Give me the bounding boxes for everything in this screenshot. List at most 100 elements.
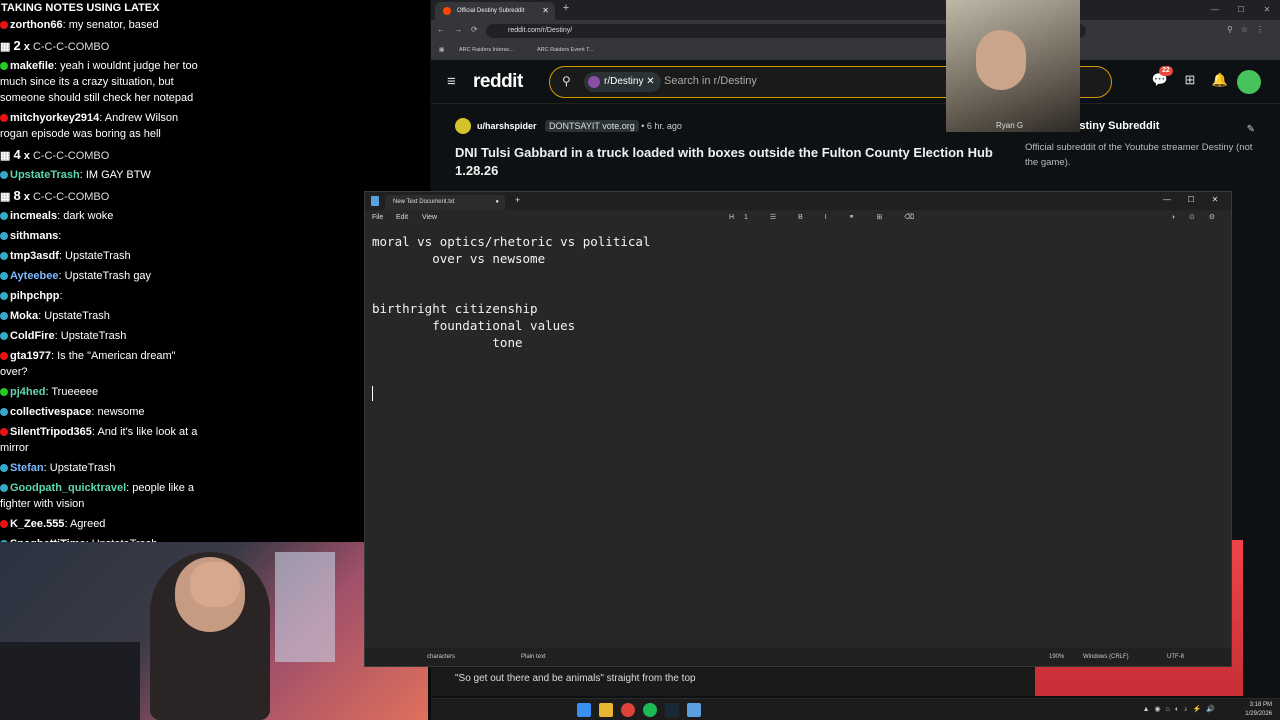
menu-edit[interactable]: Edit [396, 214, 408, 221]
combo-count: 2 [13, 38, 21, 53]
system-tray-icons[interactable]: ▲◉⌂◐♪⚡🔊 [1143, 705, 1220, 713]
menu-icon[interactable]: ≡ [447, 73, 456, 90]
chat-username[interactable]: SilentTripod365 [10, 426, 92, 438]
chat-username[interactable]: ColdFire [10, 330, 55, 342]
status-eol: Windows (CRLF) [1083, 654, 1129, 660]
user-badge-icon [0, 252, 8, 261]
chat-username[interactable]: gta1977 [10, 350, 51, 362]
notifications-icon[interactable]: 🔔 [1205, 72, 1235, 88]
user-avatar[interactable] [1237, 70, 1261, 94]
header-icons: 💬 22 ⊞ 🔔 [1145, 66, 1235, 88]
bookmark-1[interactable]: ARC Raiders Interac... [459, 47, 514, 53]
combo-text: C-C-C-COMBO [32, 41, 110, 53]
guest-label: Ryan G [996, 121, 1024, 130]
chat-username[interactable]: Stefan [10, 462, 44, 474]
chat-username[interactable]: K_Zee.555 [10, 518, 64, 530]
chat-username[interactable]: Moka [10, 310, 38, 322]
notepad-taskbar-icon[interactable] [687, 703, 701, 717]
chat-username[interactable]: tmp3asdf [10, 250, 59, 262]
post-user[interactable]: u/harshspider [477, 121, 537, 131]
notepad-statusbar: characters Plain text 190% Windows (CRLF… [365, 648, 1231, 666]
chat-username[interactable]: Goodpath_quicktravel [10, 482, 126, 494]
notepad-window: New Text Document.txt ● + — ☐ ✕ File Edit V… [364, 191, 1232, 667]
chat-text: IM GAY BTW [85, 169, 151, 181]
user-badge-icon [0, 464, 8, 473]
chat-separator: : [58, 230, 62, 242]
chat-message: gta1977: Is the "American dream" over? [0, 347, 212, 381]
minimize-icon[interactable]: — [1202, 0, 1228, 20]
chat-icon[interactable]: 💬 22 [1145, 66, 1175, 88]
close-icon[interactable]: ✕ [1203, 192, 1227, 208]
chat-message: Ayteebee: UpstateTrash gay [0, 267, 212, 285]
chat-username[interactable]: pj4hed [10, 386, 45, 398]
user-badge-icon [0, 332, 8, 341]
chat-message: SpaghettiTime: UpstateTrash [0, 535, 212, 542]
chat-text: newsome [97, 406, 145, 418]
combo-icon: ▦ [0, 41, 14, 53]
chat-username[interactable]: zorthon66 [10, 19, 63, 31]
close-icon[interactable]: ✕ [1254, 0, 1280, 20]
maximize-icon[interactable]: ☐ [1179, 192, 1203, 208]
subreddit-chip[interactable]: r/Destiny ✕ [584, 72, 661, 92]
chat-username[interactable]: makefile [10, 60, 54, 72]
file-explorer-icon[interactable] [599, 703, 613, 717]
new-tab-button[interactable]: + [515, 195, 520, 205]
chat-username[interactable]: incmeals [10, 210, 57, 222]
maximize-icon[interactable]: ☐ [1228, 0, 1254, 20]
chat-message: makefile: yeah i wouldnt judge her too m… [0, 57, 212, 107]
chat-text: UpstateTrash gay [64, 270, 152, 282]
post-meta: u/harshspider DONTSAYIT vote.org • 6 hr.… [455, 118, 1015, 134]
notepad-window-controls: — ☐ ✕ [1155, 192, 1227, 208]
settings-icon[interactable]: ◑ ⊙ ⚙ [1171, 213, 1221, 221]
combo-icon: ▦ [0, 191, 14, 203]
bookmark-2[interactable]: ARC Raiders Event T... [537, 47, 593, 53]
chat-username[interactable]: pihpchpp [10, 290, 60, 302]
post-card[interactable]: u/harshspider DONTSAYIT vote.org • 6 hr.… [455, 118, 1015, 180]
minimize-icon[interactable]: — [1155, 192, 1179, 208]
format-toolbar-icons[interactable]: H1 ☰ B I ⚭ ⊞ ⌫ [729, 213, 924, 221]
user-badge-icon [0, 272, 8, 281]
browser-tabbar: Official Destiny Subreddit ✕ + — ☐ ✕ [431, 0, 1280, 20]
chat-separator: : [59, 290, 63, 302]
chat-message: collectivespace: newsome [0, 403, 212, 421]
close-tab-icon[interactable]: ✕ [542, 2, 549, 20]
menu-view[interactable]: View [422, 214, 437, 221]
combo-text: C-C-C-COMBO [32, 150, 110, 162]
nav-buttons-icon[interactable]: ←→⟳ [437, 25, 487, 34]
create-post-icon[interactable]: ⊞ [1175, 72, 1205, 88]
edit-icon[interactable]: ✎ [1247, 124, 1255, 135]
clock[interactable]: 3:18 PM 1/29/2026 [1245, 701, 1272, 719]
combo-mult: x [23, 150, 30, 162]
spotify-icon[interactable] [643, 703, 657, 717]
extensions-icons[interactable]: ⚲☆⋮ [1227, 25, 1272, 34]
apps-icon[interactable]: ▦ [439, 47, 444, 53]
start-icon[interactable] [577, 703, 591, 717]
steam-icon[interactable] [665, 703, 679, 717]
webcam-shelf [0, 642, 140, 720]
chat-message: pj4hed: Trueeeee [0, 383, 212, 401]
chat-username[interactable]: collectivespace [10, 406, 91, 418]
user-badge-icon [0, 62, 8, 71]
chat-text: UpstateTrash [65, 250, 131, 262]
search-icon: ⚲ [562, 74, 571, 88]
combo-count: 8 [13, 188, 21, 203]
subreddit-chip-icon [588, 76, 600, 88]
new-tab-button[interactable]: + [559, 2, 573, 14]
chat-username[interactable]: sithmans [10, 230, 58, 242]
post-title[interactable]: DNI Tulsi Gabbard in a truck loaded with… [455, 144, 1015, 180]
chat-username[interactable]: Ayteebee [10, 270, 59, 282]
user-badge-icon [0, 484, 8, 493]
chat-username[interactable]: mitchyorkey2914 [10, 112, 99, 124]
menu-file[interactable]: File [372, 214, 383, 221]
notepad-text[interactable]: moral vs optics/rhetoric vs political ov… [365, 226, 1231, 648]
user-badge-icon [0, 520, 8, 529]
notepad-tab[interactable]: New Text Document.txt ● [385, 195, 505, 210]
status-zoom[interactable]: 190% [1049, 654, 1064, 660]
media-caption: "So get out there and be animals" straig… [431, 668, 1035, 696]
close-tab-icon[interactable]: ● [495, 195, 499, 210]
chat-username[interactable]: UpstateTrash [10, 169, 80, 181]
reddit-logo[interactable]: reddit [473, 71, 523, 93]
chrome-icon[interactable] [621, 703, 635, 717]
browser-tab[interactable]: Official Destiny Subreddit ✕ [435, 2, 555, 20]
chat-text: UpstateTrash [60, 330, 127, 342]
